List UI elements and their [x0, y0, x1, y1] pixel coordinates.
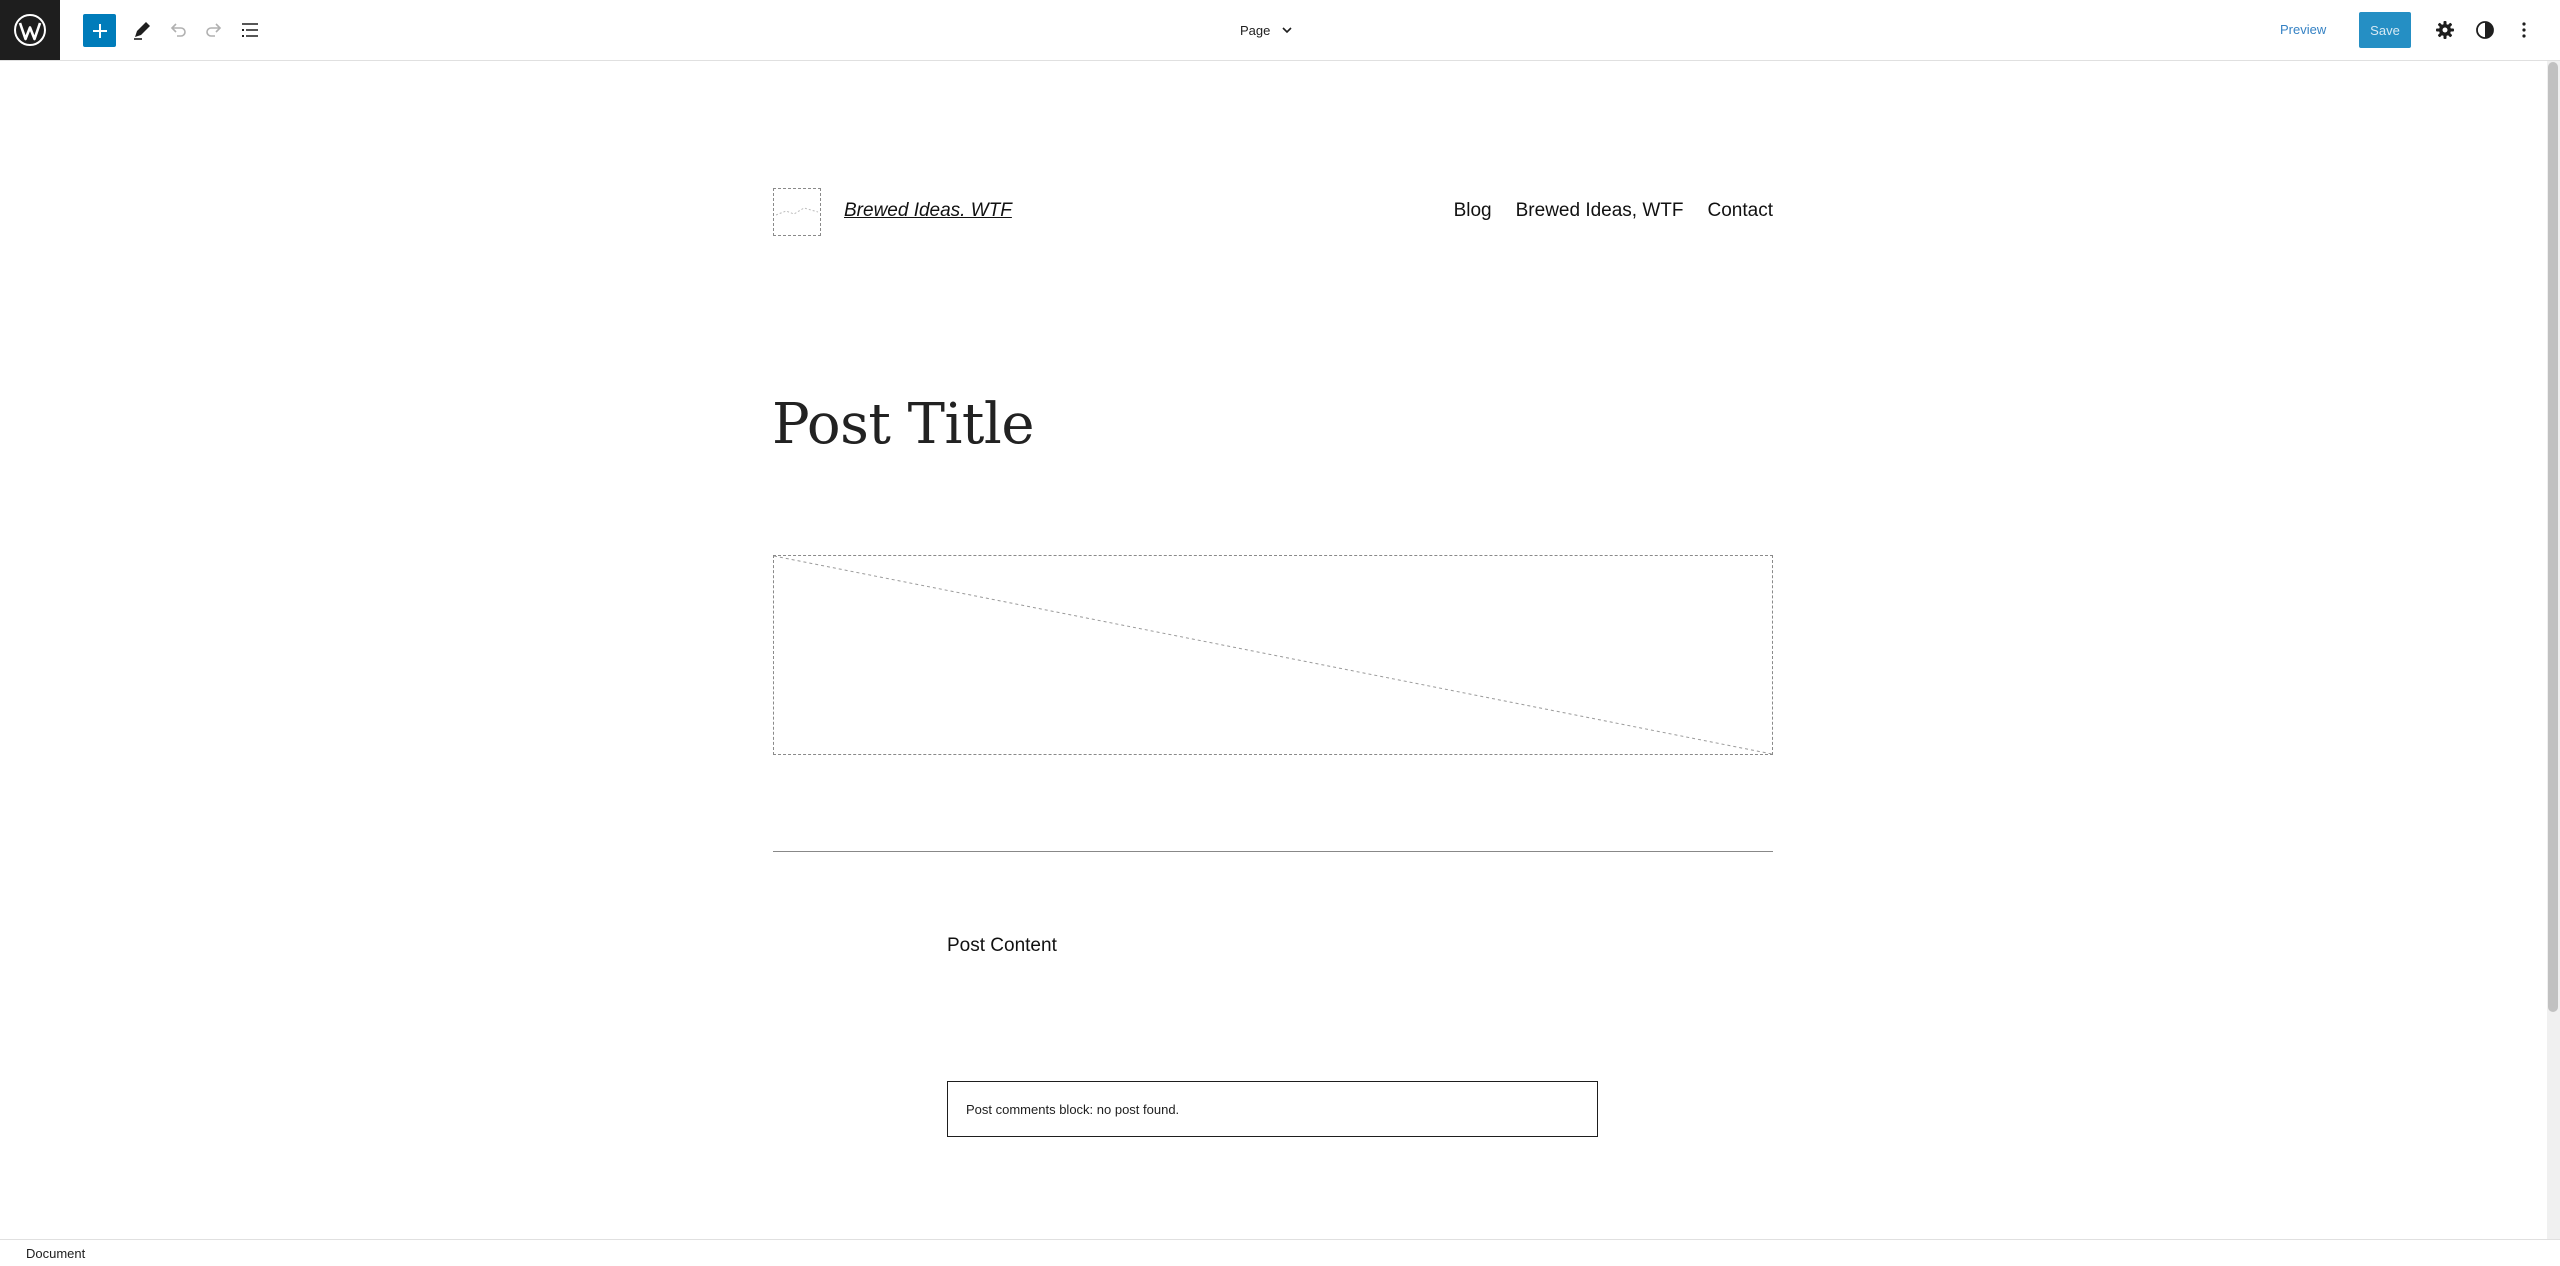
- wordpress-icon: [14, 14, 46, 46]
- navigation-menu: Blog Brewed Ideas, WTF Contact: [1454, 200, 1773, 222]
- site-title[interactable]: Brewed Ideas. WTF: [844, 200, 1012, 222]
- preview-button[interactable]: Preview: [2280, 16, 2326, 44]
- post-comments-block[interactable]: Post comments block: no post found.: [947, 1081, 1598, 1137]
- separator: [773, 851, 1773, 852]
- styles-button[interactable]: [2467, 12, 2503, 48]
- nav-item-brewed-ideas[interactable]: Brewed Ideas, WTF: [1516, 200, 1684, 222]
- redo-button[interactable]: [196, 12, 232, 48]
- list-view-icon: [242, 23, 258, 37]
- redo-icon: [206, 23, 222, 37]
- contrast-icon: [2476, 21, 2494, 39]
- wordpress-logo-button[interactable]: [0, 0, 60, 60]
- nav-item-blog[interactable]: Blog: [1454, 200, 1492, 222]
- nav-item-contact[interactable]: Contact: [1708, 200, 1773, 222]
- featured-image-placeholder[interactable]: [773, 555, 1773, 755]
- image-placeholder-diagonal: [774, 556, 1772, 754]
- add-block-button[interactable]: [83, 14, 116, 47]
- page-selector-dropdown[interactable]: Page: [1240, 16, 1294, 44]
- undo-icon: [170, 23, 186, 37]
- image-placeholder-icon: [775, 207, 819, 216]
- list-view-button[interactable]: [232, 12, 268, 48]
- breadcrumb-document[interactable]: Document: [26, 1246, 85, 1261]
- options-menu-button[interactable]: [2508, 12, 2540, 48]
- comments-message: Post comments block: no post found.: [966, 1101, 1180, 1117]
- canvas-scrollbar-thumb[interactable]: [2548, 62, 2558, 1012]
- undo-button[interactable]: [160, 12, 196, 48]
- post-content[interactable]: Post Content: [947, 935, 1057, 957]
- page-selector-label: Page: [1240, 22, 1271, 38]
- block-breadcrumb-bar: Document: [0, 1239, 2560, 1266]
- post-title[interactable]: Post Title: [772, 392, 1034, 457]
- gear-icon: [2436, 21, 2454, 39]
- save-button[interactable]: Save: [2359, 12, 2411, 48]
- editor-toolbar: Page Preview Save: [0, 0, 2560, 61]
- plus-icon: [92, 23, 107, 38]
- site-logo-placeholder[interactable]: [773, 188, 821, 236]
- tools-button[interactable]: [124, 12, 160, 48]
- settings-button[interactable]: [2427, 12, 2463, 48]
- kebab-menu-icon: [2522, 22, 2526, 38]
- pencil-icon: [134, 22, 150, 40]
- chevron-down-icon: [1282, 27, 1292, 34]
